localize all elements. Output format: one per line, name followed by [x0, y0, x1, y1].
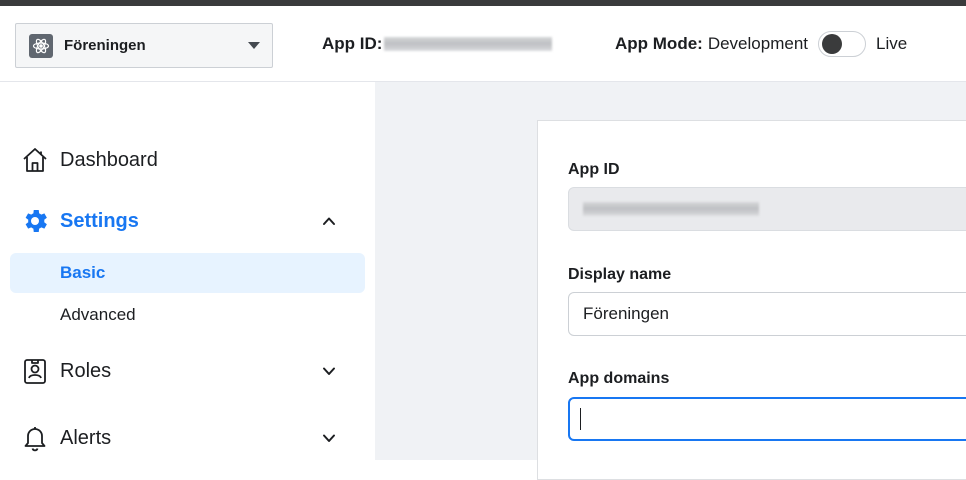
app-domains-label: App domains	[568, 370, 670, 387]
sidebar-item-label: Settings	[60, 209, 139, 232]
bell-icon	[20, 423, 50, 453]
app-mode-control: App Mode: Development Live	[615, 31, 907, 57]
sidebar-item-roles[interactable]: Roles	[0, 349, 375, 393]
app-domains-input[interactable]	[568, 397, 966, 441]
app-selector-dropdown[interactable]: Föreningen	[15, 23, 273, 68]
main-content: App ID Display name Föreningen App domai…	[375, 82, 966, 480]
redacted-app-id	[583, 202, 759, 216]
sidebar-item-alerts[interactable]: Alerts	[0, 416, 375, 460]
chevron-down-icon[interactable]	[320, 362, 338, 380]
atom-icon	[29, 33, 53, 58]
chevron-up-icon[interactable]	[320, 212, 338, 230]
text-cursor	[580, 408, 581, 430]
caret-down-icon	[248, 42, 260, 49]
sidebar-item-label: Roles	[60, 359, 112, 382]
sidebar-item-label: Alerts	[60, 426, 112, 449]
top-bar: Föreningen App ID: App Mode: Development…	[0, 6, 966, 82]
sidebar-item-dashboard[interactable]: Dashboard	[0, 138, 375, 182]
live-label: Live	[876, 34, 908, 53]
redacted-app-id	[384, 37, 553, 51]
app-id-display: App ID:	[322, 34, 553, 54]
display-name-value: Föreningen	[583, 304, 670, 323]
gear-icon	[20, 206, 50, 236]
toggle-knob	[822, 34, 842, 54]
app-name: Föreningen	[64, 37, 146, 54]
sidebar-item-settings[interactable]: Settings	[0, 199, 375, 243]
sidebar: Dashboard Settings Basic Advanced Roles …	[0, 82, 375, 460]
app-id-field-label: App ID	[568, 161, 620, 178]
home-icon	[20, 145, 50, 175]
app-mode-value: Development	[707, 34, 808, 53]
sidebar-item-label: Dashboard	[60, 148, 158, 171]
sidebar-subitem-advanced[interactable]: Advanced	[10, 295, 365, 335]
display-name-label: Display name	[568, 266, 672, 283]
badge-icon	[20, 356, 50, 386]
basic-settings-card: App ID Display name Föreningen App domai…	[537, 120, 966, 480]
app-id-label: App ID:	[322, 34, 383, 53]
sidebar-subitem-label: Advanced	[60, 305, 136, 324]
app-id-field	[568, 187, 966, 231]
app-mode-toggle[interactable]	[818, 31, 866, 57]
chevron-down-icon[interactable]	[320, 429, 338, 447]
sidebar-subitem-basic[interactable]: Basic	[10, 253, 365, 293]
sidebar-subitem-label: Basic	[60, 263, 106, 282]
display-name-input[interactable]: Föreningen	[568, 292, 966, 336]
app-mode-label: App Mode:	[615, 34, 703, 53]
